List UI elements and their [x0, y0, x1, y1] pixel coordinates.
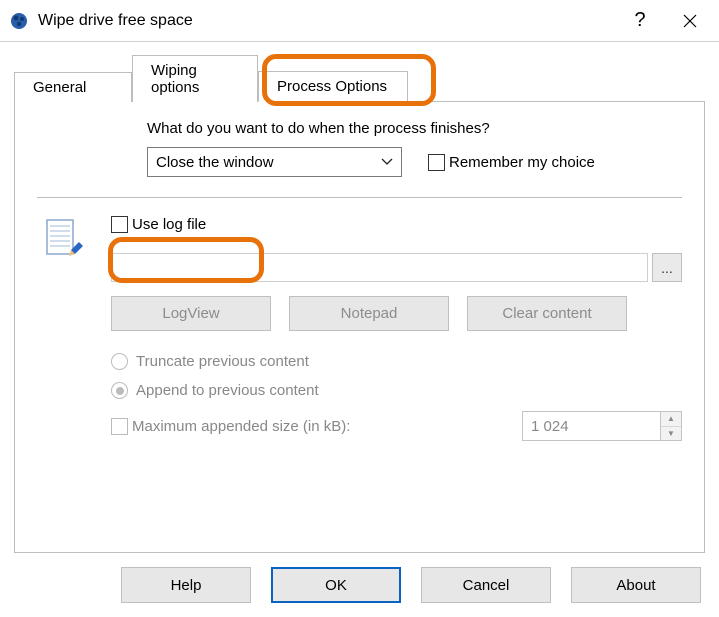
cancel-button[interactable]: Cancel	[421, 567, 551, 603]
chevron-down-icon	[381, 155, 393, 169]
checkbox-box-icon	[111, 216, 128, 233]
spinner-up-button[interactable]: ▲	[661, 412, 681, 427]
button-label: LogView	[162, 305, 219, 322]
logview-button[interactable]: LogView	[111, 296, 271, 331]
window-title: Wipe drive free space	[38, 12, 615, 30]
dialog-footer: Help OK Cancel About	[0, 553, 719, 617]
tab-process-options[interactable]: Process Options	[258, 71, 408, 102]
button-label: About	[616, 577, 655, 594]
radio-dot-icon	[116, 387, 124, 395]
button-label: Help	[171, 577, 202, 594]
log-file-icon	[41, 216, 87, 264]
max-append-size-spinner[interactable]: 1 024 ▲ ▼	[522, 411, 682, 441]
button-label: Cancel	[463, 577, 510, 594]
max-append-size-checkbox[interactable]: Maximum appended size (in kB):	[111, 418, 350, 435]
finish-action-value: Close the window	[156, 154, 274, 171]
separator	[37, 197, 682, 198]
notepad-button[interactable]: Notepad	[289, 296, 449, 331]
append-radio[interactable]: Append to previous content	[111, 382, 682, 399]
append-label: Append to previous content	[136, 382, 319, 399]
ok-button[interactable]: OK	[271, 567, 401, 603]
titlebar: Wipe drive free space ?	[0, 0, 719, 42]
button-label: Notepad	[341, 305, 398, 322]
log-path-input[interactable]	[111, 253, 648, 282]
button-label: OK	[325, 577, 347, 594]
ellipsis-icon: ...	[661, 260, 673, 276]
radio-circle-icon	[111, 382, 128, 399]
use-log-file-checkbox[interactable]: Use log file	[111, 216, 206, 233]
tab-panel-process-options: What do you want to do when the process …	[14, 101, 705, 553]
radio-circle-icon	[111, 353, 128, 370]
checkbox-box-icon	[111, 418, 128, 435]
tab-wiping-options[interactable]: Wiping options	[132, 55, 258, 102]
tab-label: General	[33, 79, 86, 96]
help-button[interactable]: ?	[615, 0, 665, 42]
app-icon	[8, 10, 30, 32]
truncate-label: Truncate previous content	[136, 353, 309, 370]
finish-action-select[interactable]: Close the window	[147, 147, 402, 177]
spinner-down-button[interactable]: ▼	[661, 427, 681, 441]
max-append-label: Maximum appended size (in kB):	[132, 418, 350, 435]
help-button-footer[interactable]: Help	[121, 567, 251, 603]
finish-question-label: What do you want to do when the process …	[147, 120, 682, 137]
tab-bar: General Wiping options Process Options	[14, 55, 705, 102]
remember-choice-label: Remember my choice	[449, 154, 595, 171]
close-button[interactable]	[665, 0, 715, 42]
clear-content-button[interactable]: Clear content	[467, 296, 627, 331]
truncate-radio[interactable]: Truncate previous content	[111, 353, 682, 370]
checkbox-box-icon	[428, 154, 445, 171]
about-button[interactable]: About	[571, 567, 701, 603]
tab-label: Wiping options	[151, 62, 199, 96]
remember-choice-checkbox[interactable]: Remember my choice	[428, 154, 595, 171]
use-log-file-label: Use log file	[132, 216, 206, 233]
button-label: Clear content	[502, 305, 591, 322]
tab-label: Process Options	[277, 78, 387, 95]
tab-general[interactable]: General	[14, 72, 132, 102]
browse-button[interactable]: ...	[652, 253, 682, 282]
spinner-value[interactable]: 1 024	[522, 411, 660, 441]
